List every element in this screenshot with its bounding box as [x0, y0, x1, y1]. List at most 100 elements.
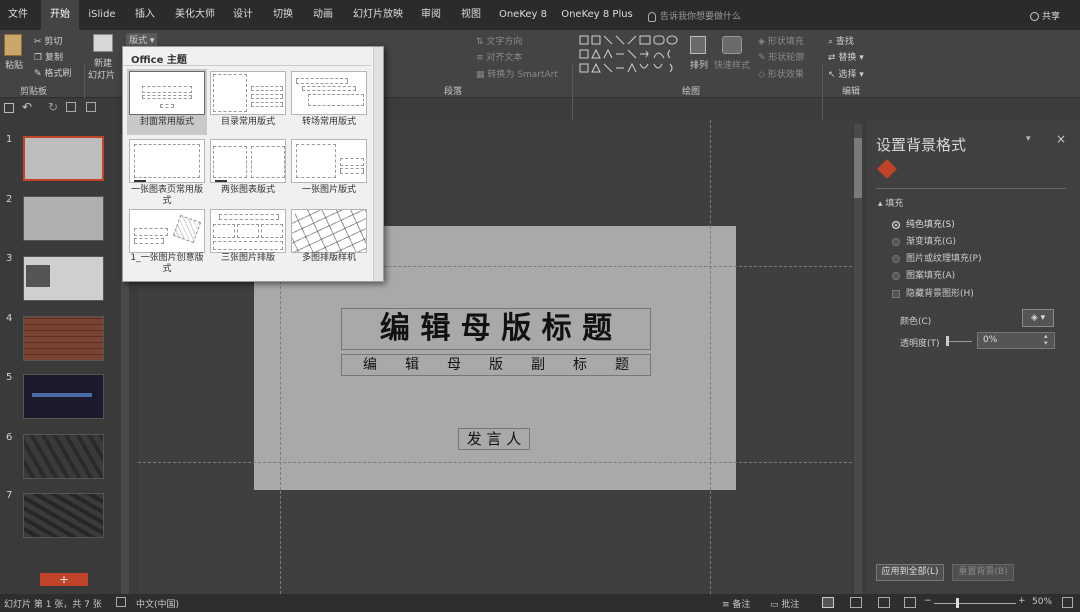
- dropdown-scrollbar[interactable]: [373, 47, 383, 281]
- tab-onekey8plus[interactable]: OneKey 8 Plus: [560, 0, 634, 30]
- cut-button[interactable]: ✂ 剪切: [34, 34, 62, 47]
- zoom-out-button[interactable]: −: [924, 596, 932, 606]
- quick-styles-button[interactable]: 快速样式: [714, 58, 750, 71]
- layout-thumbnail[interactable]: [291, 71, 367, 115]
- fit-to-window-icon[interactable]: [1062, 597, 1073, 608]
- tab-meihua[interactable]: 美化大师: [170, 0, 220, 30]
- layout-thumbnail[interactable]: [291, 209, 367, 253]
- layout-thumbnail[interactable]: [129, 209, 205, 253]
- zoom-in-button[interactable]: +: [1018, 596, 1026, 606]
- layout-label[interactable]: 一张图表页常用版式: [127, 185, 207, 207]
- slide-thumbnail[interactable]: [23, 196, 104, 241]
- radio-solid-fill[interactable]: [892, 220, 900, 229]
- slide-thumbnail[interactable]: [23, 256, 104, 301]
- checkbox-hide-background[interactable]: [892, 289, 900, 298]
- tell-me-box[interactable]: 告诉我你想要做什么: [648, 9, 741, 22]
- layout-label[interactable]: 转场常用版式: [289, 117, 369, 128]
- shape-outline-button[interactable]: ✎ 形状轮廓: [758, 50, 804, 63]
- copy-button[interactable]: ❐ 复制: [34, 50, 63, 63]
- radio-pattern-fill[interactable]: [892, 271, 900, 280]
- layout-label[interactable]: 目录常用版式: [208, 117, 288, 128]
- layout-label[interactable]: 一张图片版式: [289, 185, 369, 196]
- new-slide-button-line2[interactable]: 幻灯片: [88, 68, 115, 81]
- replace-button[interactable]: ⇄ 替换 ▾: [828, 50, 864, 63]
- zoom-slider[interactable]: [934, 603, 1016, 604]
- layout-label[interactable]: 三张图片排版: [208, 253, 288, 264]
- tab-transitions[interactable]: 切换: [266, 0, 300, 30]
- align-text-button[interactable]: ≡ 对齐文本: [476, 50, 522, 63]
- presenter-placeholder[interactable]: 发 言 人: [458, 428, 530, 450]
- fill-bucket-icon[interactable]: [877, 159, 897, 179]
- slide-thumbnail[interactable]: [23, 434, 104, 479]
- radio-picture-fill[interactable]: [892, 254, 900, 263]
- comments-button[interactable]: ▭ 批注: [770, 597, 799, 610]
- notes-button[interactable]: ≡ 备注: [722, 597, 750, 610]
- arrange-icon[interactable]: [690, 36, 706, 54]
- tab-onekey8[interactable]: OneKey 8: [496, 0, 550, 30]
- fill-section-header[interactable]: ▴ 填充: [878, 196, 903, 209]
- picture-fill-option[interactable]: 图片或纹理填充(P): [892, 251, 981, 264]
- present-icon[interactable]: [66, 102, 76, 112]
- tab-home[interactable]: 开始: [41, 0, 79, 30]
- undo-icon[interactable]: ↶: [22, 100, 32, 114]
- paste-icon[interactable]: [4, 34, 22, 56]
- canvas-scrollbar[interactable]: [854, 124, 862, 594]
- radio-gradient-fill[interactable]: [892, 237, 900, 246]
- save-icon[interactable]: [4, 103, 14, 113]
- tab-file[interactable]: 文件: [0, 0, 36, 30]
- smartart-button[interactable]: ▦ 转换为 SmartArt: [476, 67, 558, 80]
- shape-effects-button[interactable]: ◇ 形状效果: [758, 67, 804, 80]
- tab-slideshow[interactable]: 幻灯片放映: [348, 0, 408, 30]
- layout-label[interactable]: 多图排版样机: [289, 253, 369, 264]
- quick-styles-icon[interactable]: [722, 36, 742, 54]
- color-picker-button[interactable]: ◈ ▾: [1022, 309, 1054, 327]
- share-button[interactable]: 共享: [1030, 9, 1060, 22]
- format-painter-button[interactable]: ✎ 格式刷: [34, 66, 71, 79]
- gradient-fill-option[interactable]: 渐变填充(G): [892, 234, 956, 247]
- scrollbar-thumb[interactable]: [854, 138, 862, 198]
- paste-button[interactable]: 粘贴: [5, 58, 23, 71]
- layout-thumbnail[interactable]: [210, 209, 286, 253]
- tab-insert[interactable]: 插入: [128, 0, 162, 30]
- slide-thumbnail[interactable]: [23, 316, 104, 361]
- redo-icon[interactable]: ↻: [48, 100, 58, 114]
- select-button[interactable]: ↖ 选择 ▾: [828, 67, 864, 80]
- layout-thumbnail[interactable]: [210, 139, 286, 183]
- find-button[interactable]: ⌕ 查找: [828, 34, 854, 47]
- tab-review[interactable]: 审阅: [414, 0, 448, 30]
- reset-background-button[interactable]: 重置背景(B): [952, 564, 1014, 581]
- transparency-spinner-icon[interactable]: ▴ ▾: [1044, 333, 1048, 347]
- hide-background-option[interactable]: 隐藏背景图形(H): [892, 286, 974, 299]
- zoom-slider-handle[interactable]: [956, 598, 959, 608]
- slide-thumbnail[interactable]: [23, 374, 104, 419]
- close-icon[interactable]: ×: [1056, 132, 1066, 146]
- pane-options-chevron-icon[interactable]: ▾: [1026, 134, 1031, 144]
- slide-subtitle-placeholder[interactable]: 编 辑 母 版 副 标 题: [341, 354, 651, 376]
- layout-thumbnail[interactable]: [129, 71, 205, 115]
- pattern-fill-option[interactable]: 图案填充(A): [892, 268, 955, 281]
- solid-fill-option[interactable]: 纯色填充(S): [892, 217, 955, 230]
- start-from-beginning-icon[interactable]: [86, 102, 96, 112]
- slide-sorter-icon[interactable]: [850, 597, 862, 608]
- tab-design[interactable]: 设计: [226, 0, 260, 30]
- spellcheck-icon[interactable]: [116, 597, 126, 607]
- new-slide-icon[interactable]: [93, 34, 113, 52]
- reading-view-icon[interactable]: [878, 597, 890, 608]
- shape-fill-button[interactable]: ◈ 形状填充: [758, 34, 804, 47]
- transparency-slider-handle[interactable]: [946, 336, 949, 346]
- apply-to-all-button[interactable]: 应用到全部(L): [876, 564, 944, 581]
- shapes-gallery[interactable]: [578, 34, 682, 78]
- normal-view-icon[interactable]: [822, 597, 834, 608]
- zoom-level[interactable]: 50%: [1032, 597, 1052, 607]
- slide-thumbnail[interactable]: [23, 493, 104, 538]
- add-slide-button[interactable]: +: [40, 573, 88, 586]
- slideshow-view-icon[interactable]: [904, 597, 916, 608]
- language-indicator[interactable]: 中文(中国): [136, 597, 179, 610]
- layout-thumbnail[interactable]: [129, 139, 205, 183]
- layout-label[interactable]: 1_一张图片创意版式: [127, 253, 207, 275]
- slide-title-placeholder[interactable]: 编 辑 母 版 标 题: [341, 308, 651, 350]
- tab-animations[interactable]: 动画: [306, 0, 340, 30]
- layout-label[interactable]: 封面常用版式: [127, 117, 207, 128]
- layout-button[interactable]: 版式 ▾: [126, 33, 158, 46]
- layout-label[interactable]: 两张图表版式: [208, 185, 288, 196]
